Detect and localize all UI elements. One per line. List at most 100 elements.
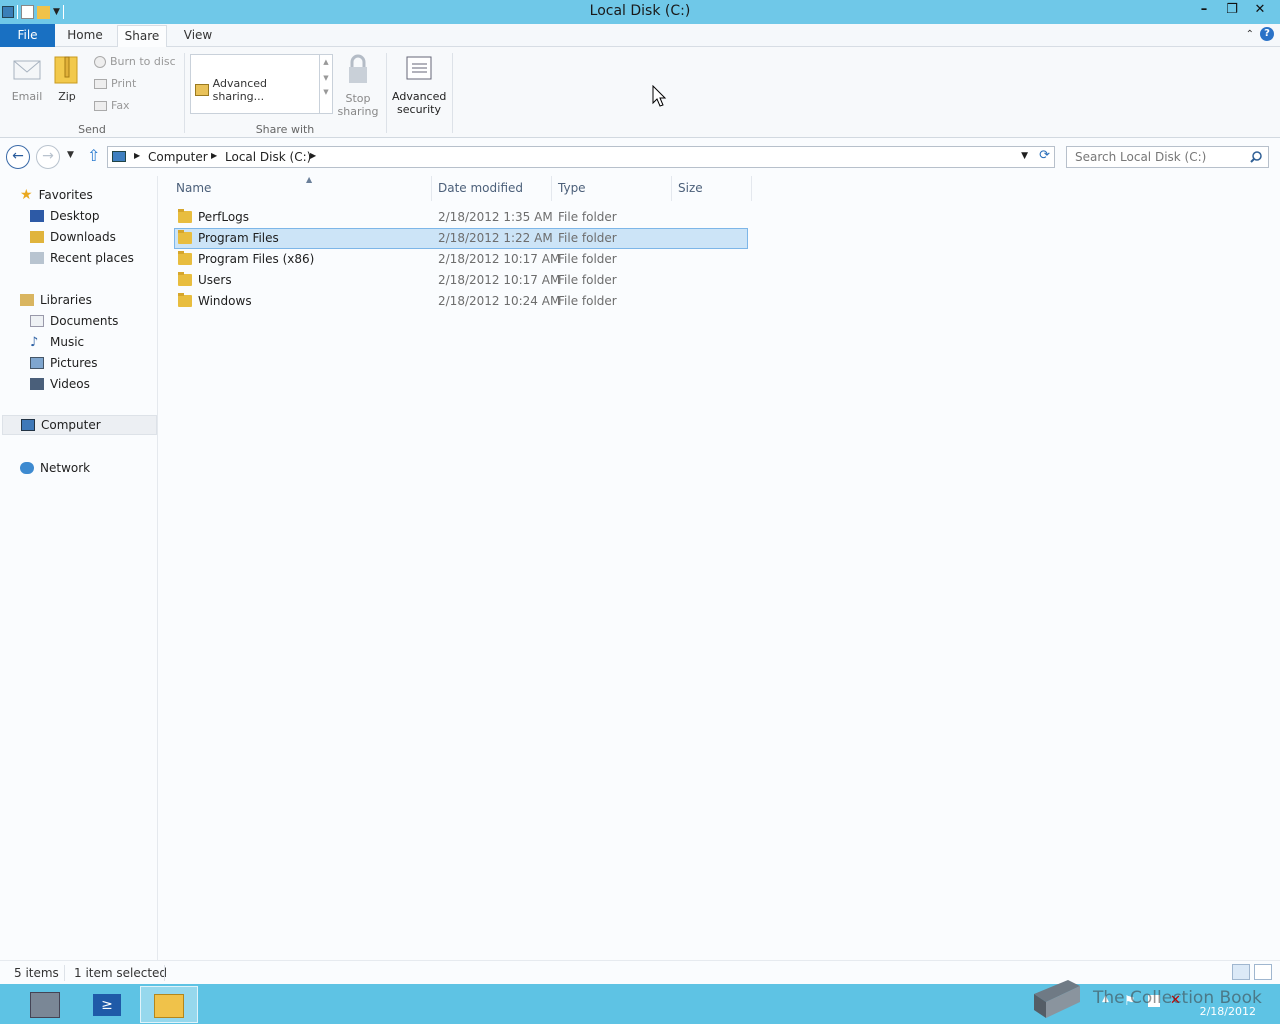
breadcrumb-computer[interactable]: Computer (148, 150, 208, 164)
gallery-scroll[interactable]: ▲ ▼ ▼ (320, 54, 333, 114)
server-manager-button[interactable] (16, 986, 74, 1023)
zip-label: Zip (58, 90, 76, 103)
file-row[interactable]: Program Files (x86) 2/18/2012 10:17 AM F… (174, 249, 748, 270)
desktop-icon (30, 210, 44, 222)
computer-icon (21, 419, 35, 431)
large-icons-view-icon[interactable] (1254, 964, 1272, 980)
nav-computer[interactable]: Computer (2, 415, 157, 435)
powershell-button[interactable]: ≥ (78, 986, 136, 1023)
nav-network-label: Network (40, 461, 91, 475)
minimize-button[interactable]: – (1190, 0, 1218, 22)
stop-sharing-button[interactable]: Stop sharing (336, 53, 380, 118)
nav-videos[interactable]: Videos (30, 374, 90, 394)
scroll-down-icon[interactable]: ▼ (320, 74, 332, 82)
file-name: PerfLogs (198, 210, 250, 224)
taskbar: ≥ ▲ ⚑ ✕ 2/18/2012 (0, 984, 1280, 1024)
recent-places-icon (30, 252, 44, 264)
email-label: Email (11, 90, 43, 103)
watermark: The Collection Book (1093, 988, 1262, 1008)
file-row-selected[interactable]: Program Files 2/18/2012 1:22 AM File fol… (174, 228, 748, 249)
close-button[interactable]: ✕ (1246, 0, 1274, 22)
nav-documents-label: Documents (50, 314, 119, 328)
breadcrumb-local-disk[interactable]: Local Disk (C:) (225, 150, 311, 164)
nav-downloads[interactable]: Downloads (30, 227, 116, 247)
breadcrumb-separator-icon[interactable]: ▶ (211, 151, 217, 160)
nav-favorites[interactable]: ★ Favorites (20, 185, 93, 205)
file-name: Users (198, 273, 232, 287)
help-icon[interactable]: ? (1260, 27, 1274, 41)
restore-button[interactable]: ❐ (1218, 0, 1246, 22)
nav-libraries[interactable]: Libraries (20, 290, 92, 310)
advanced-security-button[interactable]: Advanced security (392, 53, 446, 116)
burn-to-disc-button[interactable]: Burn to disc (94, 55, 176, 68)
nav-music[interactable]: ♪ Music (30, 332, 84, 352)
burn-label: Burn to disc (110, 55, 176, 68)
advanced-sharing-item[interactable]: Advanced sharing... (195, 77, 319, 103)
nav-network[interactable]: Network (20, 458, 90, 478)
group-divider (386, 53, 387, 133)
tab-share[interactable]: Share (117, 25, 167, 48)
status-divider (164, 965, 165, 981)
search-icon[interactable] (1250, 151, 1262, 163)
file-row[interactable]: Users 2/18/2012 10:17 AM File folder (174, 270, 748, 291)
mouse-cursor-icon (652, 85, 667, 107)
send-group-label: Send (78, 123, 106, 136)
file-row[interactable]: Windows 2/18/2012 10:24 AM File folder (174, 291, 748, 312)
file-name: Windows (198, 294, 252, 308)
refresh-icon[interactable]: ⟳ (1039, 148, 1050, 163)
fax-button[interactable]: Fax (94, 99, 130, 112)
file-type: File folder (558, 210, 617, 224)
forward-button[interactable]: → (36, 145, 60, 169)
column-size[interactable]: Size (672, 176, 752, 201)
details-view-icon[interactable] (1232, 964, 1250, 980)
disc-icon (94, 55, 106, 68)
column-type[interactable]: Type (552, 176, 672, 201)
minimize-ribbon-icon[interactable]: ⌃ (1246, 29, 1254, 40)
print-button[interactable]: Print (94, 77, 136, 90)
file-name: Program Files (x86) (198, 252, 315, 266)
search-placeholder: Search Local Disk (C:) (1075, 150, 1207, 164)
email-icon (13, 60, 41, 80)
nav-computer-label: Computer (41, 418, 101, 432)
scroll-up-icon[interactable]: ▲ (320, 58, 332, 66)
share-with-gallery: Advanced sharing... (190, 54, 320, 114)
nav-pictures-label: Pictures (50, 356, 98, 370)
fax-label: Fax (111, 99, 130, 112)
email-button[interactable]: Email (8, 53, 46, 103)
server-manager-icon (30, 992, 60, 1018)
file-type: File folder (558, 273, 617, 287)
column-name[interactable]: Name ▲ (170, 175, 432, 201)
nav-documents[interactable]: Documents (30, 311, 118, 331)
file-type: File folder (558, 231, 617, 245)
security-settings-icon (406, 56, 432, 80)
up-arrow-icon[interactable]: ⇧ (87, 146, 100, 165)
users-icon (195, 84, 209, 96)
print-label: Print (111, 77, 137, 90)
gallery-expand-icon[interactable]: ▼ (320, 88, 332, 96)
column-date-modified[interactable]: Date modified (432, 176, 552, 201)
powershell-icon: ≥ (93, 994, 121, 1016)
file-row[interactable]: PerfLogs 2/18/2012 1:35 AM File folder (174, 207, 748, 228)
file-name: Program Files (198, 231, 279, 245)
tab-home[interactable]: Home (60, 25, 110, 47)
tab-view[interactable]: View (174, 25, 222, 47)
zip-button[interactable]: Zip (50, 53, 84, 103)
videos-icon (30, 378, 44, 390)
tab-file[interactable]: File (0, 24, 55, 47)
nav-recent-places[interactable]: Recent places (30, 248, 134, 268)
nav-downloads-label: Downloads (50, 230, 116, 244)
address-dropdown-icon[interactable]: ▼ (1021, 151, 1028, 161)
nav-pictures[interactable]: Pictures (30, 353, 98, 373)
back-button[interactable]: ← (6, 145, 30, 169)
nav-desktop[interactable]: Desktop (30, 206, 100, 226)
advanced-security-label: Advanced security (392, 90, 447, 116)
folder-icon (178, 230, 192, 244)
breadcrumb-separator-icon[interactable]: ▶ (134, 151, 140, 160)
pictures-icon (30, 357, 44, 369)
file-explorer-button[interactable] (140, 986, 198, 1023)
breadcrumb-separator-icon[interactable]: ▶ (310, 151, 316, 160)
recent-locations-icon[interactable]: ▼ (67, 150, 74, 160)
send-group: Email Zip Burn to disc Print Fax Send (0, 47, 184, 138)
search-input[interactable]: Search Local Disk (C:) (1066, 146, 1269, 168)
address-bar[interactable]: ▶ Computer ▶ Local Disk (C:) ▶ ▼ ⟳ (107, 146, 1055, 168)
